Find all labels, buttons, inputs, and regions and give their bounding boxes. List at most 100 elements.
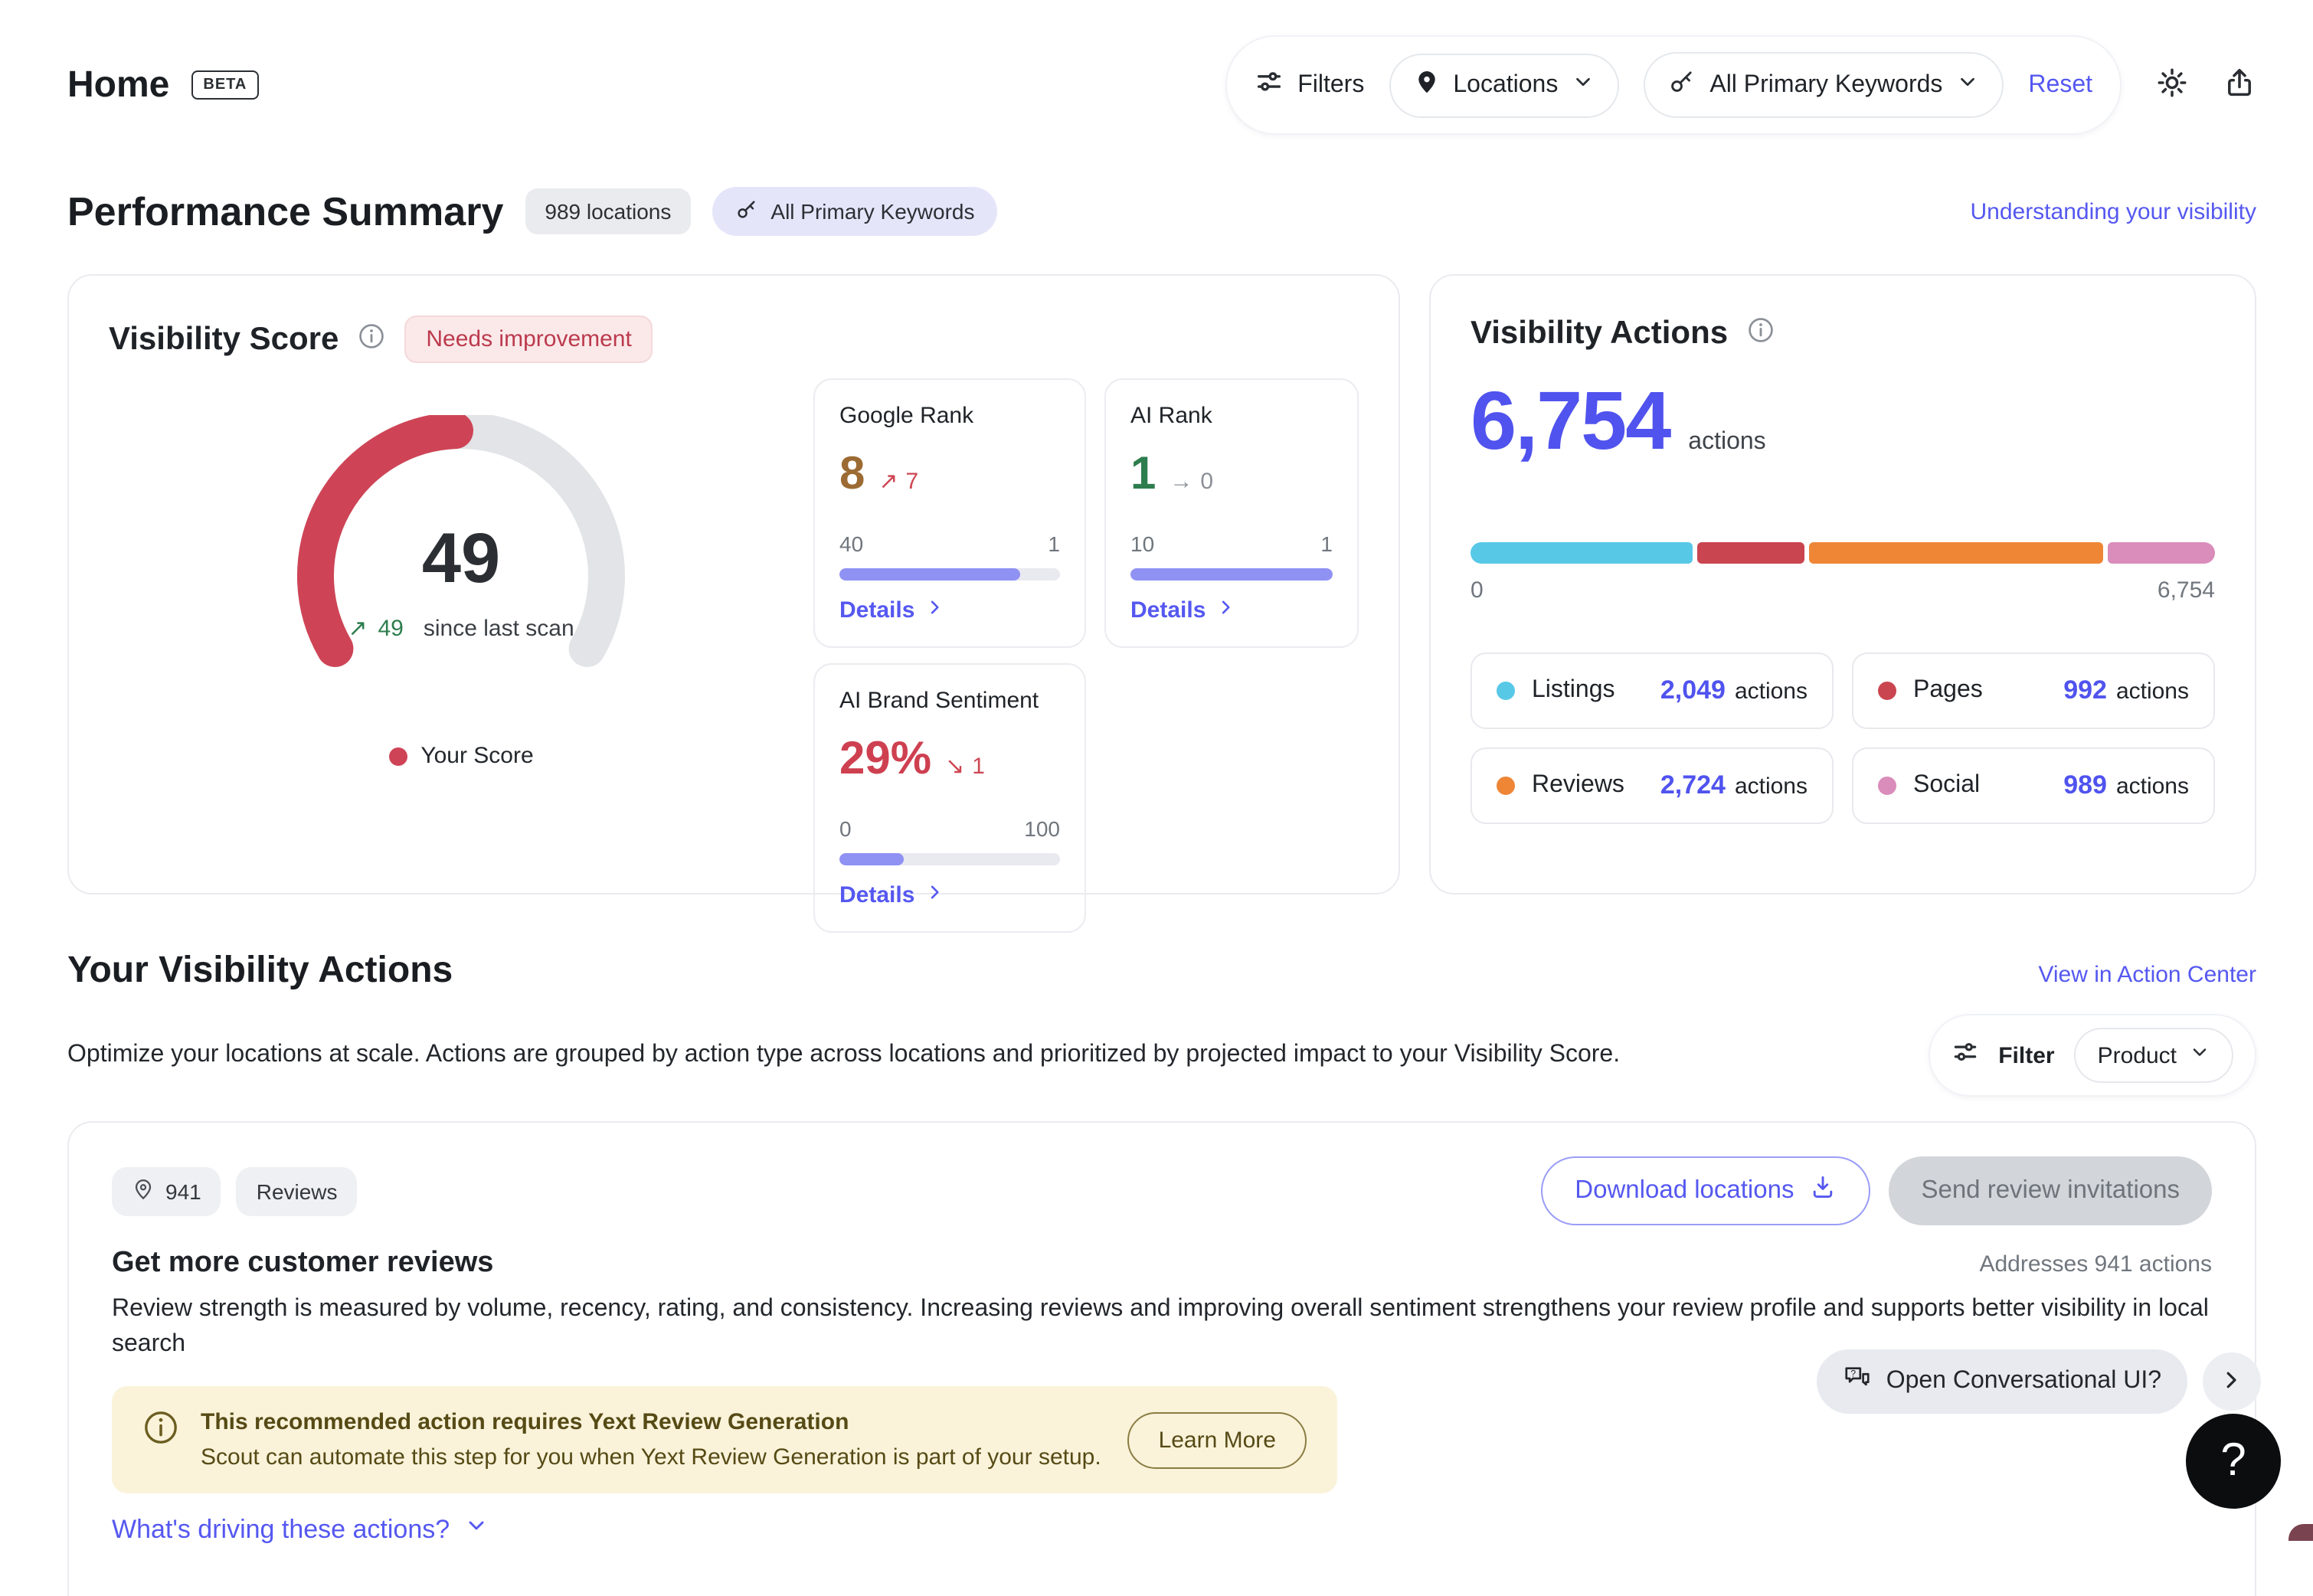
your-visibility-actions-title: Your Visibility Actions xyxy=(67,950,453,993)
visibility-score-card: Visibility Score Needs improvement 49 xyxy=(67,274,1400,894)
score-value: 49 xyxy=(254,516,668,599)
google-rank-delta: 7 xyxy=(906,469,919,495)
score-delta-value: 49 xyxy=(378,616,404,642)
ai-rank-card: AI Rank 1 → 0 10 1 xyxy=(1104,378,1359,648)
keywords-filter-badge[interactable]: All Primary Keywords xyxy=(712,187,997,236)
filter-lines-icon xyxy=(1951,1038,1978,1073)
range-end: 1 xyxy=(1320,531,1333,556)
range-end: 100 xyxy=(1024,816,1060,841)
legend-tile-listings[interactable]: Listings 2,049actions xyxy=(1471,652,1834,729)
chevron-down-icon xyxy=(1572,70,1595,100)
visibility-actions-title: Visibility Actions xyxy=(1471,316,1728,352)
range-end: 1 xyxy=(1048,531,1060,556)
driving-actions-link[interactable]: What's driving these actions? xyxy=(112,1514,488,1546)
actions-filter-widget: Filter Product xyxy=(1928,1014,2256,1097)
location-pin-outline-icon xyxy=(132,1177,155,1205)
share-button[interactable] xyxy=(2223,66,2256,104)
axis-max: 6,754 xyxy=(2158,577,2215,603)
trend-down-icon: ↘ xyxy=(945,752,964,780)
settings-button[interactable] xyxy=(2155,66,2189,104)
notice-body: Scout can automate this step for you whe… xyxy=(201,1445,1101,1471)
ai-rank-title: AI Rank xyxy=(1130,403,1333,429)
ai-rank-delta: 0 xyxy=(1200,469,1213,495)
gear-icon xyxy=(2155,66,2189,104)
locations-select[interactable]: Locations xyxy=(1389,53,1619,117)
info-icon[interactable] xyxy=(357,321,386,358)
ai-brand-sentiment-details-link[interactable]: Details xyxy=(839,882,1060,908)
location-count-pill: 941 xyxy=(112,1166,221,1215)
google-rank-value: 8 xyxy=(839,449,865,501)
chevron-down-icon xyxy=(1956,70,1979,100)
bar-segment-reviews xyxy=(1809,542,2104,564)
ai-brand-sentiment-progress xyxy=(839,853,1060,865)
send-review-invitations-button[interactable]: Send review invitations xyxy=(1889,1156,2212,1225)
action-heading: Get more customer reviews xyxy=(112,1247,493,1280)
top-bar: Home BETA Filters xyxy=(67,0,2256,135)
view-action-center-link[interactable]: View in Action Center xyxy=(2038,962,2256,988)
performance-summary-row: Performance Summary 989 locations All Pr… xyxy=(67,187,2256,236)
google-rank-progress xyxy=(839,568,1060,581)
needs-improvement-badge: Needs improvement xyxy=(404,316,653,363)
legend-tile-social[interactable]: Social 989actions xyxy=(1852,747,2215,824)
range-start: 40 xyxy=(839,531,863,556)
social-dot xyxy=(1878,777,1896,795)
bar-segment-listings xyxy=(1471,542,1692,564)
global-filter-bar: Filters Locations xyxy=(1225,35,2122,135)
total-actions-unit: actions xyxy=(1688,429,1765,456)
requirement-notice: This recommended action requires Yext Re… xyxy=(112,1387,1337,1494)
reset-link[interactable]: Reset xyxy=(2028,71,2092,99)
visibility-actions-card: Visibility Actions 6,754 actions 0 6,754 xyxy=(1429,274,2256,894)
next-action-button[interactable] xyxy=(2203,1352,2261,1411)
google-rank-details-link[interactable]: Details xyxy=(839,597,1060,623)
listings-dot xyxy=(1497,682,1515,700)
arrow-right-icon: → xyxy=(1170,469,1192,495)
google-rank-title: Google Rank xyxy=(839,403,1060,429)
open-conversational-ui-button[interactable]: ? Open Conversational UI? xyxy=(1817,1349,2187,1414)
trend-up-icon: ↗ xyxy=(348,614,367,642)
ai-rank-value: 1 xyxy=(1130,449,1156,501)
chevron-right-icon xyxy=(2220,1367,2244,1396)
filters-button[interactable]: Filters xyxy=(1255,67,1364,103)
bar-segment-social xyxy=(2109,542,2215,564)
score-gauge: 49 ↗ 49 since last scan xyxy=(254,415,668,706)
keywords-label: All Primary Keywords xyxy=(1709,71,1942,99)
product-select[interactable]: Product xyxy=(2075,1028,2233,1083)
filters-label: Filters xyxy=(1297,71,1364,99)
your-score-label: Your Score xyxy=(420,743,533,769)
ai-brand-sentiment-title: AI Brand Sentiment xyxy=(839,688,1060,714)
reviews-dot xyxy=(1497,777,1515,795)
section-description: Optimize your locations at scale. Action… xyxy=(67,1042,1620,1069)
info-icon[interactable] xyxy=(1746,316,1775,352)
locations-count-badge: 989 locations xyxy=(525,188,691,234)
legend-tile-reviews[interactable]: Reviews 2,724actions xyxy=(1471,747,1834,824)
chevron-down-icon xyxy=(2189,1042,2210,1069)
location-pin-icon xyxy=(1413,68,1439,102)
bar-segment-pages xyxy=(1696,542,1804,564)
chevron-right-icon xyxy=(925,597,945,623)
beta-badge: BETA xyxy=(191,70,259,100)
ai-rank-details-link[interactable]: Details xyxy=(1130,597,1333,623)
keywords-select[interactable]: All Primary Keywords xyxy=(1644,52,2004,118)
corner-widget xyxy=(2288,1524,2313,1541)
total-actions-value: 6,754 xyxy=(1471,374,1670,469)
svg-text:?: ? xyxy=(1851,1369,1857,1379)
pages-dot xyxy=(1878,682,1896,700)
keywords-filter-label: All Primary Keywords xyxy=(770,199,974,224)
trend-up-icon: ↗ xyxy=(878,467,898,495)
review-action-card: 941 Reviews Download locations Send revi… xyxy=(67,1121,2256,1596)
score-delta-note: since last scan xyxy=(424,616,574,642)
ai-brand-sentiment-card: AI Brand Sentiment 29% ↘ 1 0 100 xyxy=(813,663,1086,933)
chat-question-icon: ? xyxy=(1844,1363,1873,1400)
ai-rank-progress xyxy=(1130,568,1333,581)
help-button[interactable]: ? xyxy=(2186,1414,2281,1509)
range-start: 10 xyxy=(1130,531,1154,556)
learn-more-button[interactable]: Learn More xyxy=(1128,1412,1307,1469)
download-icon xyxy=(1809,1173,1837,1208)
key-icon xyxy=(1668,67,1696,103)
key-icon xyxy=(735,198,758,225)
legend-tile-pages[interactable]: Pages 992actions xyxy=(1852,652,2215,729)
actions-stacked-bar xyxy=(1471,542,2215,564)
understanding-visibility-link[interactable]: Understanding your visibility xyxy=(1970,198,2256,224)
chevron-down-icon xyxy=(463,1514,488,1546)
download-locations-button[interactable]: Download locations xyxy=(1541,1156,1870,1225)
